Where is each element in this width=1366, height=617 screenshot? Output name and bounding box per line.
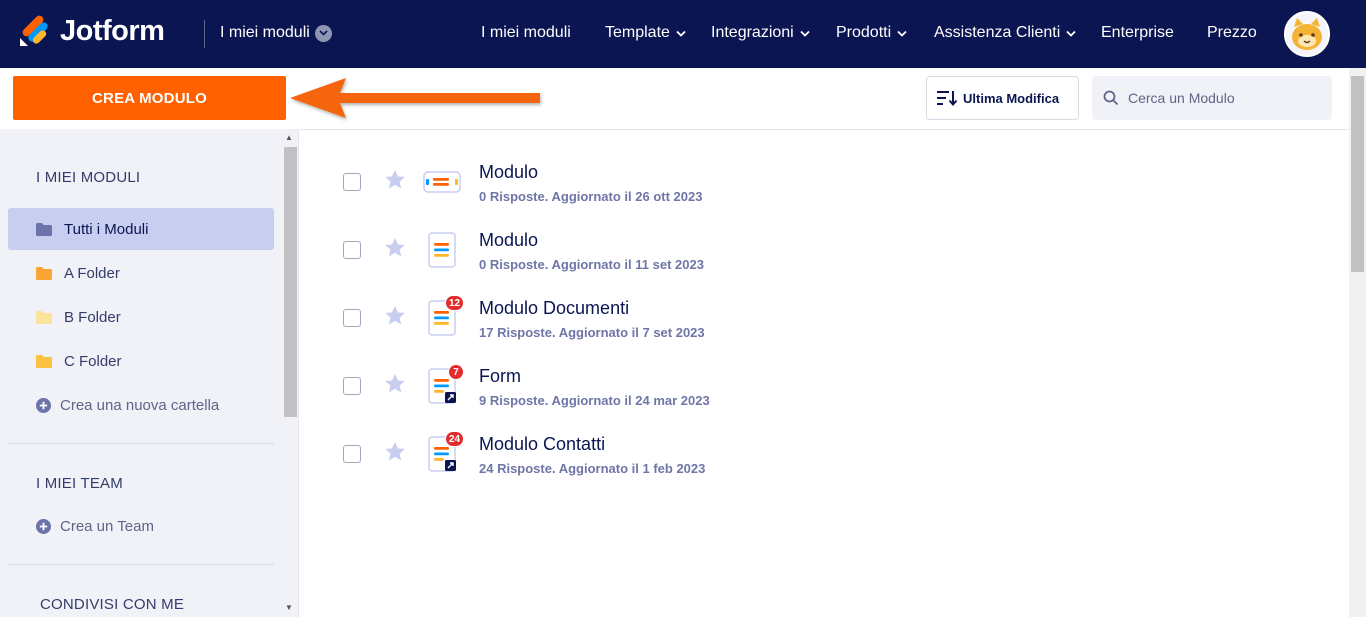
folder-icon xyxy=(36,354,52,368)
my-teams-section-title: I MIEI TEAM xyxy=(36,475,123,492)
form-title[interactable]: Form xyxy=(479,366,521,387)
sidebar-item-folder-c[interactable]: C Folder xyxy=(8,340,274,382)
create-folder-button[interactable]: Crea una nuova cartella xyxy=(8,384,274,426)
sidebar-item-folder-b[interactable]: B Folder xyxy=(8,296,274,338)
form-meta: 17 Risposte. Aggiornato il 7 set 2023 xyxy=(479,325,705,340)
chevron-down-icon xyxy=(897,30,907,37)
folder-icon xyxy=(36,222,52,236)
form-meta: 0 Risposte. Aggiornato il 11 set 2023 xyxy=(479,257,704,272)
chevron-down-icon xyxy=(676,30,686,37)
nav-label: Assistenza Clienti xyxy=(934,24,1061,41)
nav-templates[interactable]: Template xyxy=(605,24,686,42)
toolbar-divider xyxy=(300,129,1350,130)
star-icon[interactable] xyxy=(384,373,406,394)
jotform-app: Jotform I miei moduli I miei moduli Temp… xyxy=(0,0,1366,617)
form-list-item[interactable]: 12 Modulo Documenti 17 Risposte. Aggiorn… xyxy=(340,295,1240,358)
shared-section-title: CONDIVISI CON ME xyxy=(40,596,185,613)
nav-label: Prezzo xyxy=(1207,24,1257,41)
nav-integrations[interactable]: Integrazioni xyxy=(711,24,810,42)
select-checkbox[interactable] xyxy=(343,173,361,191)
workspace-switcher[interactable]: I miei moduli xyxy=(220,24,332,42)
avatar-cat-icon xyxy=(1292,18,1322,50)
scroll-down-arrow-icon[interactable]: ▼ xyxy=(285,603,293,612)
search-input[interactable] xyxy=(1128,90,1318,106)
select-checkbox[interactable] xyxy=(343,309,361,327)
nav-products[interactable]: Prodotti xyxy=(836,24,907,42)
sort-label: Ultima Modifica xyxy=(963,90,1060,106)
folder-icon xyxy=(36,310,52,324)
classic-form-icon xyxy=(428,232,456,268)
create-team-button[interactable]: Crea un Team xyxy=(8,505,274,547)
form-title[interactable]: Modulo Contatti xyxy=(479,434,605,455)
select-checkbox[interactable] xyxy=(343,241,361,259)
folder-icon xyxy=(36,266,52,280)
form-meta: 24 Risposte. Aggiornato il 1 feb 2023 xyxy=(479,461,706,476)
nav-label: Template xyxy=(605,24,670,41)
select-checkbox[interactable] xyxy=(343,445,361,463)
annotation-arrow xyxy=(290,78,540,118)
form-list-item[interactable]: Modulo 0 Risposte. Aggiornato il 26 ott … xyxy=(340,162,1240,222)
scroll-up-arrow-icon[interactable]: ▲ xyxy=(285,133,293,142)
form-meta: 9 Risposte. Aggiornato il 24 mar 2023 xyxy=(479,393,710,408)
form-meta: 0 Risposte. Aggiornato il 26 ott 2023 xyxy=(479,189,703,204)
chevron-down-icon xyxy=(314,24,332,42)
nav-support[interactable]: Assistenza Clienti xyxy=(934,24,1076,42)
user-avatar[interactable] xyxy=(1284,11,1330,57)
my-forms-section-title: I MIEI MODULI xyxy=(36,169,141,186)
select-checkbox[interactable] xyxy=(343,377,361,395)
logo-divider xyxy=(204,20,205,48)
star-icon[interactable] xyxy=(384,305,406,326)
chevron-down-icon xyxy=(1066,30,1076,37)
sidebar-divider xyxy=(8,443,274,444)
chevron-down-icon xyxy=(800,30,810,37)
plus-circle-icon xyxy=(36,518,51,534)
form-list-item[interactable]: 24 Modulo Contatti 24 Risposte. Aggiorna… xyxy=(340,431,1240,494)
sidebar-item-label: Tutti i Moduli xyxy=(64,220,149,238)
nav-label: Prodotti xyxy=(836,24,892,41)
sidebar-item-label: C Folder xyxy=(64,352,122,370)
unread-count-badge: 24 xyxy=(445,431,465,447)
plus-circle-icon xyxy=(36,397,51,413)
jotform-logo[interactable]: Jotform xyxy=(18,14,165,48)
sort-button[interactable]: Ultima Modifica xyxy=(926,76,1079,120)
create-team-label: Crea un Team xyxy=(60,517,154,535)
nav-pricing[interactable]: Prezzo xyxy=(1207,24,1257,42)
nav-enterprise[interactable]: Enterprise xyxy=(1101,24,1174,42)
top-navbar: Jotform I miei moduli I miei moduli Temp… xyxy=(0,0,1366,68)
workspace-label: I miei moduli xyxy=(220,24,310,41)
main-scrollbar-thumb[interactable] xyxy=(1351,76,1364,272)
create-form-button[interactable]: CREA MODULO xyxy=(13,76,286,120)
nav-label: Enterprise xyxy=(1101,24,1174,41)
unread-count-badge: 12 xyxy=(445,295,465,311)
nav-my-forms[interactable]: I miei moduli xyxy=(481,24,571,42)
sidebar-item-label: A Folder xyxy=(64,264,120,282)
nav-label: I miei moduli xyxy=(481,24,571,41)
sidebar: I MIEI MODULI Tutti i Moduli A Folder B … xyxy=(0,129,299,617)
sidebar-item-folder-a[interactable]: A Folder xyxy=(8,252,274,294)
star-icon[interactable] xyxy=(384,237,406,258)
sidebar-item-label: B Folder xyxy=(64,308,121,326)
card-form-icon xyxy=(423,171,461,193)
search-box[interactable] xyxy=(1092,76,1332,120)
form-list-item[interactable]: Modulo 0 Risposte. Aggiornato il 11 set … xyxy=(340,230,1240,290)
nav-label: Integrazioni xyxy=(711,24,794,41)
sidebar-divider xyxy=(8,564,274,565)
form-list-item[interactable]: 7 Form 9 Risposte. Aggiornato il 24 mar … xyxy=(340,364,1240,426)
jotform-logo-icon xyxy=(20,15,48,46)
form-title[interactable]: Modulo xyxy=(479,230,538,251)
sidebar-item-all-forms[interactable]: Tutti i Moduli xyxy=(8,208,274,250)
sort-icon xyxy=(937,91,958,107)
unread-count-badge: 7 xyxy=(448,364,464,380)
search-icon xyxy=(1103,90,1119,106)
sidebar-scrollbar-thumb[interactable] xyxy=(284,147,297,417)
form-title[interactable]: Modulo Documenti xyxy=(479,298,629,319)
form-title[interactable]: Modulo xyxy=(479,162,538,183)
create-folder-label: Crea una nuova cartella xyxy=(60,396,220,414)
star-icon[interactable] xyxy=(384,441,406,462)
star-icon[interactable] xyxy=(384,169,406,190)
logo-text: Jotform xyxy=(60,14,165,47)
